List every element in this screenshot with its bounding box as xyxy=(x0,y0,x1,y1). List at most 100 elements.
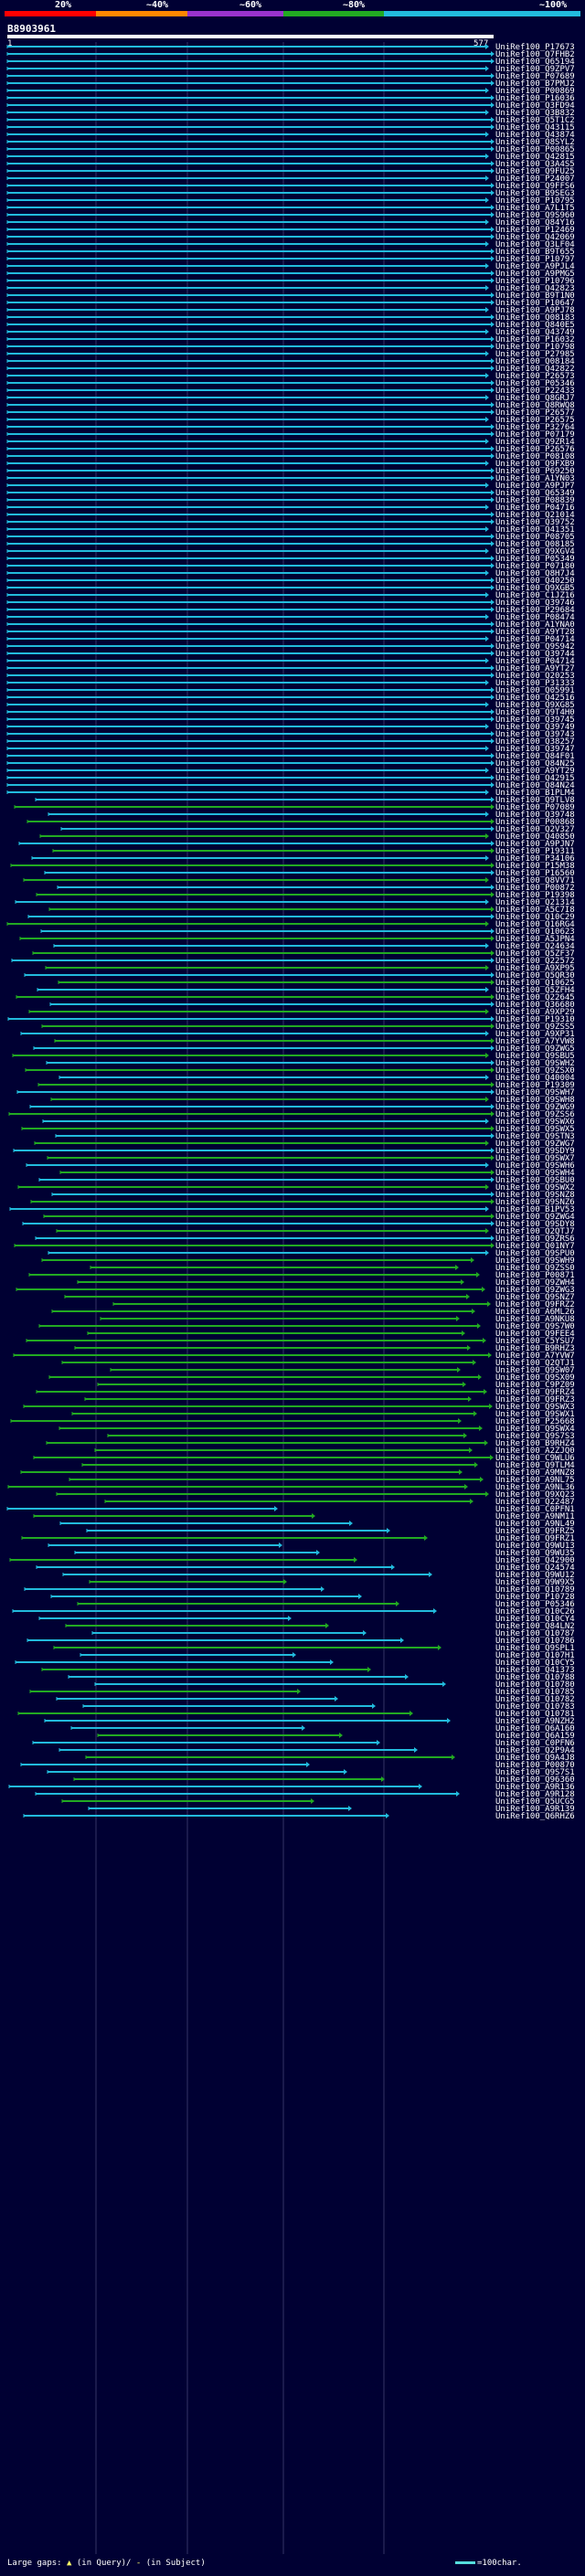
hit-end-arrow-icon xyxy=(438,1645,441,1650)
hit-end-arrow-icon xyxy=(349,1521,353,1526)
hit-end-arrow-icon xyxy=(491,760,495,766)
hit-end-arrow-icon xyxy=(354,1557,357,1563)
hit-end-arrow-icon xyxy=(491,387,495,393)
hit-end-arrow-icon xyxy=(491,863,495,868)
hit-end-arrow-icon xyxy=(335,1696,338,1701)
hit-label[interactable]: UniRef100_Q6RHZ6 xyxy=(495,1812,575,1821)
hit-end-arrow-icon xyxy=(485,307,489,313)
hit-end-arrow-icon xyxy=(391,1564,395,1570)
hit-end-arrow-icon xyxy=(491,585,495,590)
hit-end-arrow-icon xyxy=(485,1206,489,1212)
hit-end-arrow-icon xyxy=(491,753,495,758)
hit-end-arrow-icon xyxy=(491,782,495,788)
hit-end-arrow-icon xyxy=(491,512,495,517)
legend-scale: =100char. xyxy=(455,2559,522,2568)
hit-end-arrow-icon xyxy=(491,292,495,298)
hit-end-arrow-icon xyxy=(485,833,489,839)
hit-end-arrow-icon xyxy=(491,1133,495,1139)
hit-end-arrow-icon xyxy=(491,490,495,495)
hit-end-arrow-icon xyxy=(491,1148,495,1153)
hit-end-arrow-icon xyxy=(485,175,489,181)
hit-end-arrow-icon xyxy=(485,44,489,49)
hit-end-arrow-icon xyxy=(491,102,495,108)
hit-end-arrow-icon xyxy=(456,1791,460,1797)
hit-end-arrow-icon xyxy=(405,1674,409,1680)
hit-end-arrow-icon xyxy=(491,161,495,166)
subject-gap-marker-icon: - xyxy=(135,2559,142,2568)
hit-end-arrow-icon xyxy=(485,768,489,773)
hit-end-arrow-icon xyxy=(491,797,495,802)
hit-end-arrow-icon xyxy=(491,1023,495,1029)
hit-end-arrow-icon xyxy=(491,1192,495,1197)
hit-end-arrow-icon xyxy=(321,1586,324,1592)
hit-end-arrow-icon xyxy=(485,88,489,93)
hit-end-arrow-icon xyxy=(464,1484,468,1489)
scale-swatch-icon xyxy=(455,2561,475,2564)
hit-end-arrow-icon xyxy=(485,1053,489,1058)
hit-end-arrow-icon xyxy=(325,1623,329,1628)
hit-end-arrow-icon xyxy=(491,936,495,941)
hit-end-arrow-icon xyxy=(485,724,489,729)
hit-end-arrow-icon xyxy=(491,848,495,853)
hit-end-arrow-icon xyxy=(491,1177,495,1182)
hit-end-arrow-icon xyxy=(467,1345,471,1351)
hit-end-arrow-icon xyxy=(458,1418,462,1424)
hit-end-arrow-icon xyxy=(485,351,489,356)
hit-end-arrow-icon xyxy=(485,504,489,510)
hit-end-arrow-icon xyxy=(480,1477,484,1482)
hit-end-arrow-icon xyxy=(487,1301,491,1307)
hit-end-arrow-icon xyxy=(485,965,489,970)
hit-end-arrow-icon xyxy=(491,402,495,408)
hit-end-arrow-icon xyxy=(491,892,495,897)
hit-end-arrow-icon xyxy=(491,249,495,254)
hit-end-arrow-icon xyxy=(485,1250,489,1256)
hit-end-arrow-icon xyxy=(491,775,495,780)
hit-end-arrow-icon xyxy=(306,1762,310,1767)
hit-end-arrow-icon xyxy=(491,519,495,525)
hit-end-arrow-icon xyxy=(396,1601,399,1606)
hit-end-arrow-icon xyxy=(485,1031,489,1036)
legend-in-subject: (in Subject) xyxy=(145,2559,206,2568)
hit-end-arrow-icon xyxy=(447,1718,451,1723)
hit-end-arrow-icon xyxy=(468,1396,472,1402)
hit-end-arrow-icon xyxy=(491,366,495,371)
hit-end-arrow-icon xyxy=(491,314,495,320)
hit-end-arrow-icon xyxy=(491,270,495,276)
hit-end-arrow-icon xyxy=(491,994,495,1000)
hit-end-arrow-icon xyxy=(274,1506,278,1511)
hit-end-arrow-icon xyxy=(485,241,489,247)
hit-end-arrow-icon xyxy=(485,439,489,444)
hit-end-arrow-icon xyxy=(491,731,495,737)
hit-end-arrow-icon xyxy=(491,95,495,101)
hit-end-arrow-icon xyxy=(491,1016,495,1022)
hit-end-arrow-icon xyxy=(330,1659,334,1665)
hit-end-arrow-icon xyxy=(400,1638,404,1643)
hit-end-arrow-icon xyxy=(491,1170,495,1175)
hit-end-arrow-icon xyxy=(485,482,489,488)
hit-end-arrow-icon xyxy=(491,1045,495,1051)
hit-end-arrow-icon xyxy=(491,190,495,196)
hit-end-arrow-icon xyxy=(478,1374,482,1380)
hit-end-arrow-icon xyxy=(488,1352,492,1358)
hit-end-arrow-icon xyxy=(491,826,495,832)
hit-end-arrow-icon xyxy=(485,921,489,927)
hit-end-arrow-icon xyxy=(491,117,495,122)
hit-end-arrow-icon xyxy=(491,738,495,744)
hit-end-arrow-icon xyxy=(387,1528,390,1533)
hit-end-arrow-icon xyxy=(491,599,495,605)
hit-end-arrow-icon xyxy=(485,746,489,751)
hit-end-arrow-icon xyxy=(279,1542,282,1548)
hit-end-arrow-icon xyxy=(485,1491,489,1497)
hit-end-arrow-icon xyxy=(474,1462,478,1468)
hit-end-arrow-icon xyxy=(491,578,495,583)
hit-end-arrow-icon xyxy=(491,870,495,875)
hit-end-arrow-icon xyxy=(491,607,495,612)
hit-end-arrow-icon xyxy=(491,629,495,634)
hit-end-arrow-icon xyxy=(292,1652,296,1658)
hit-end-arrow-icon xyxy=(410,1711,413,1716)
hit-end-arrow-icon xyxy=(433,1608,437,1614)
hit-end-arrow-icon xyxy=(490,1455,494,1460)
hit-end-arrow-icon xyxy=(484,1440,488,1446)
hit-end-arrow-icon xyxy=(485,395,489,400)
hit-end-arrow-icon xyxy=(491,1104,495,1109)
